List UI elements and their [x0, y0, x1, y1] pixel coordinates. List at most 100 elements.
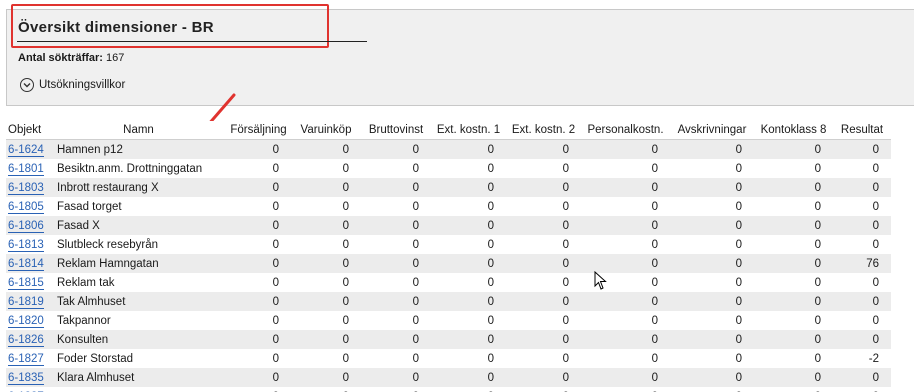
- value-cell: 0: [581, 178, 670, 197]
- table-row[interactable]: 6-1837000000000: [6, 387, 891, 392]
- value-cell: 0: [361, 235, 431, 254]
- value-cell: 0: [670, 197, 754, 216]
- value-cell: 0: [670, 311, 754, 330]
- value-cell: 0: [581, 387, 670, 392]
- object-cell: 6-1803: [6, 178, 51, 197]
- object-link[interactable]: 6-1814: [8, 257, 44, 271]
- object-link[interactable]: 6-1624: [8, 143, 44, 157]
- value-cell: 0: [361, 311, 431, 330]
- column-header[interactable]: Varuinköp: [291, 121, 361, 140]
- value-cell: 0: [361, 292, 431, 311]
- object-link[interactable]: 6-1835: [8, 371, 44, 385]
- table-row[interactable]: 6-1803 Inbrott restaurang X000000000: [6, 178, 891, 197]
- page-title: Översikt dimensioner - BR: [18, 19, 214, 36]
- object-link[interactable]: 6-1820: [8, 314, 44, 328]
- value-cell: 0: [670, 216, 754, 235]
- value-cell: 0: [226, 368, 291, 387]
- object-cell: 6-1826: [6, 330, 51, 349]
- value-cell: 0: [431, 235, 506, 254]
- table-row[interactable]: 6-1806 Fasad X000000000: [6, 216, 891, 235]
- value-cell: 0: [431, 292, 506, 311]
- table-row[interactable]: 6-1815 Reklam tak 0 0 0 0 0 0 0 0 0: [6, 273, 891, 292]
- value-cell: 0: [506, 197, 581, 216]
- value-cell: 0: [754, 292, 833, 311]
- value-cell: 0: [226, 254, 291, 273]
- table-row[interactable]: 6-1827 Foder Storstad 0 0 0 0 0 0 0 0 -2: [6, 349, 891, 368]
- column-header[interactable]: Resultat: [833, 121, 891, 140]
- table-row[interactable]: 6-1819 Tak Almhuset 0 0 0 0 0 0 0 0 0: [6, 292, 891, 311]
- table-row[interactable]: 6-1813 Slutbleck resebyrån 0 0 0 0 0 0 0 0 0: [6, 235, 891, 254]
- value-cell: 0: [506, 254, 581, 273]
- column-header[interactable]: Ext. kostn. 1: [431, 121, 506, 140]
- object-cell: 6-1801: [6, 159, 51, 178]
- value-cell: 0: [833, 139, 891, 159]
- value-cell: 0: [431, 330, 506, 349]
- value-cell: 0: [581, 254, 670, 273]
- value-cell: 0: [291, 311, 361, 330]
- value-cell: 0: [833, 330, 891, 349]
- column-header[interactable]: Bruttovinst: [361, 121, 431, 140]
- value-cell: 0: [833, 178, 891, 197]
- value-cell: 0: [361, 159, 431, 178]
- value-cell: 0: [581, 235, 670, 254]
- column-header[interactable]: Ext. kostn. 2: [506, 121, 581, 140]
- table-row[interactable]: 6-1835 Klara Almhuset 0 0 0 0 0 0 0 0 0: [6, 368, 891, 387]
- search-criteria-toggle[interactable]: Utsökningsvillkor: [20, 76, 125, 94]
- object-link[interactable]: 6-1813: [8, 238, 44, 252]
- value-cell: 0: [506, 178, 581, 197]
- value-cell: 0: [291, 197, 361, 216]
- object-link[interactable]: 6-1801: [8, 162, 44, 176]
- object-cell: 6-1827: [6, 349, 51, 368]
- value-cell: 0: [226, 139, 291, 159]
- object-link[interactable]: 6-1827: [8, 352, 44, 366]
- table-row[interactable]: 6-1820 Takpannor 0 0 0 0 0 0 0 0 0: [6, 311, 891, 330]
- value-cell: 0: [754, 139, 833, 159]
- value-cell: 0: [581, 216, 670, 235]
- object-link[interactable]: 6-1805: [8, 200, 44, 214]
- value-cell: 0: [581, 292, 670, 311]
- value-cell: 0: [226, 292, 291, 311]
- table-row[interactable]: 6-1814 Reklam Hamngatan 0 0 0 0 0 0 0 0 76: [6, 254, 891, 273]
- object-link[interactable]: 6-1815: [8, 276, 44, 290]
- value-cell: 0: [291, 139, 361, 159]
- object-link[interactable]: 6-1819: [8, 295, 44, 309]
- value-cell: 0: [833, 273, 891, 292]
- object-link[interactable]: 6-1806: [8, 219, 44, 233]
- column-header[interactable]: Namn: [51, 121, 226, 140]
- column-header[interactable]: Försäljning: [226, 121, 291, 140]
- column-header[interactable]: Kontoklass 8: [754, 121, 833, 140]
- value-cell: 0: [226, 178, 291, 197]
- value-cell: 0: [754, 330, 833, 349]
- chevron-down-circle-icon: [20, 78, 34, 92]
- table-row[interactable]: 6-1624 Hamnen p12 0 0 0 0 0 0 0 0 0: [6, 139, 891, 159]
- object-cell: 6-1820: [6, 311, 51, 330]
- value-cell: 0: [581, 368, 670, 387]
- value-cell: 0: [506, 368, 581, 387]
- object-link[interactable]: 6-1803: [8, 181, 44, 195]
- value-cell: 0: [226, 311, 291, 330]
- value-cell: 0: [431, 159, 506, 178]
- table-row[interactable]: 6-1801 Besiktn.anm. Drottninggatan 0 0 0 0 0 0 0…: [6, 159, 891, 178]
- value-cell: 0: [431, 311, 506, 330]
- column-header[interactable]: Avskrivningar: [670, 121, 754, 140]
- search-criteria-label: Utsökningsvillkor: [39, 79, 126, 91]
- name-cell: Inbrott restaurang X: [51, 178, 226, 197]
- value-cell: 0: [361, 197, 431, 216]
- value-cell: 0: [833, 368, 891, 387]
- value-cell: 0: [361, 330, 431, 349]
- table-row[interactable]: 6-1805 Fasad torget 0 0 0 0 0 0 0 0 0: [6, 197, 891, 216]
- value-cell: 0: [291, 178, 361, 197]
- value-cell: 0: [291, 387, 361, 392]
- name-cell: Klara Almhuset: [51, 368, 226, 387]
- object-cell: 6-1806: [6, 216, 51, 235]
- value-cell: 0: [670, 273, 754, 292]
- table-row[interactable]: 6-1826 Konsulten 0 0 0 0 0 0 0 0 0: [6, 330, 891, 349]
- hit-count-value: 167: [106, 52, 125, 64]
- object-link[interactable]: 6-1826: [8, 333, 44, 347]
- value-cell: 0: [226, 273, 291, 292]
- table-header-row: Objekt Namn Försäljning Varuinköp Brutto…: [6, 121, 891, 140]
- value-cell: 0: [506, 235, 581, 254]
- column-header[interactable]: Personalkostn.: [581, 121, 670, 140]
- value-cell: 0: [670, 292, 754, 311]
- column-header[interactable]: Objekt: [6, 121, 51, 140]
